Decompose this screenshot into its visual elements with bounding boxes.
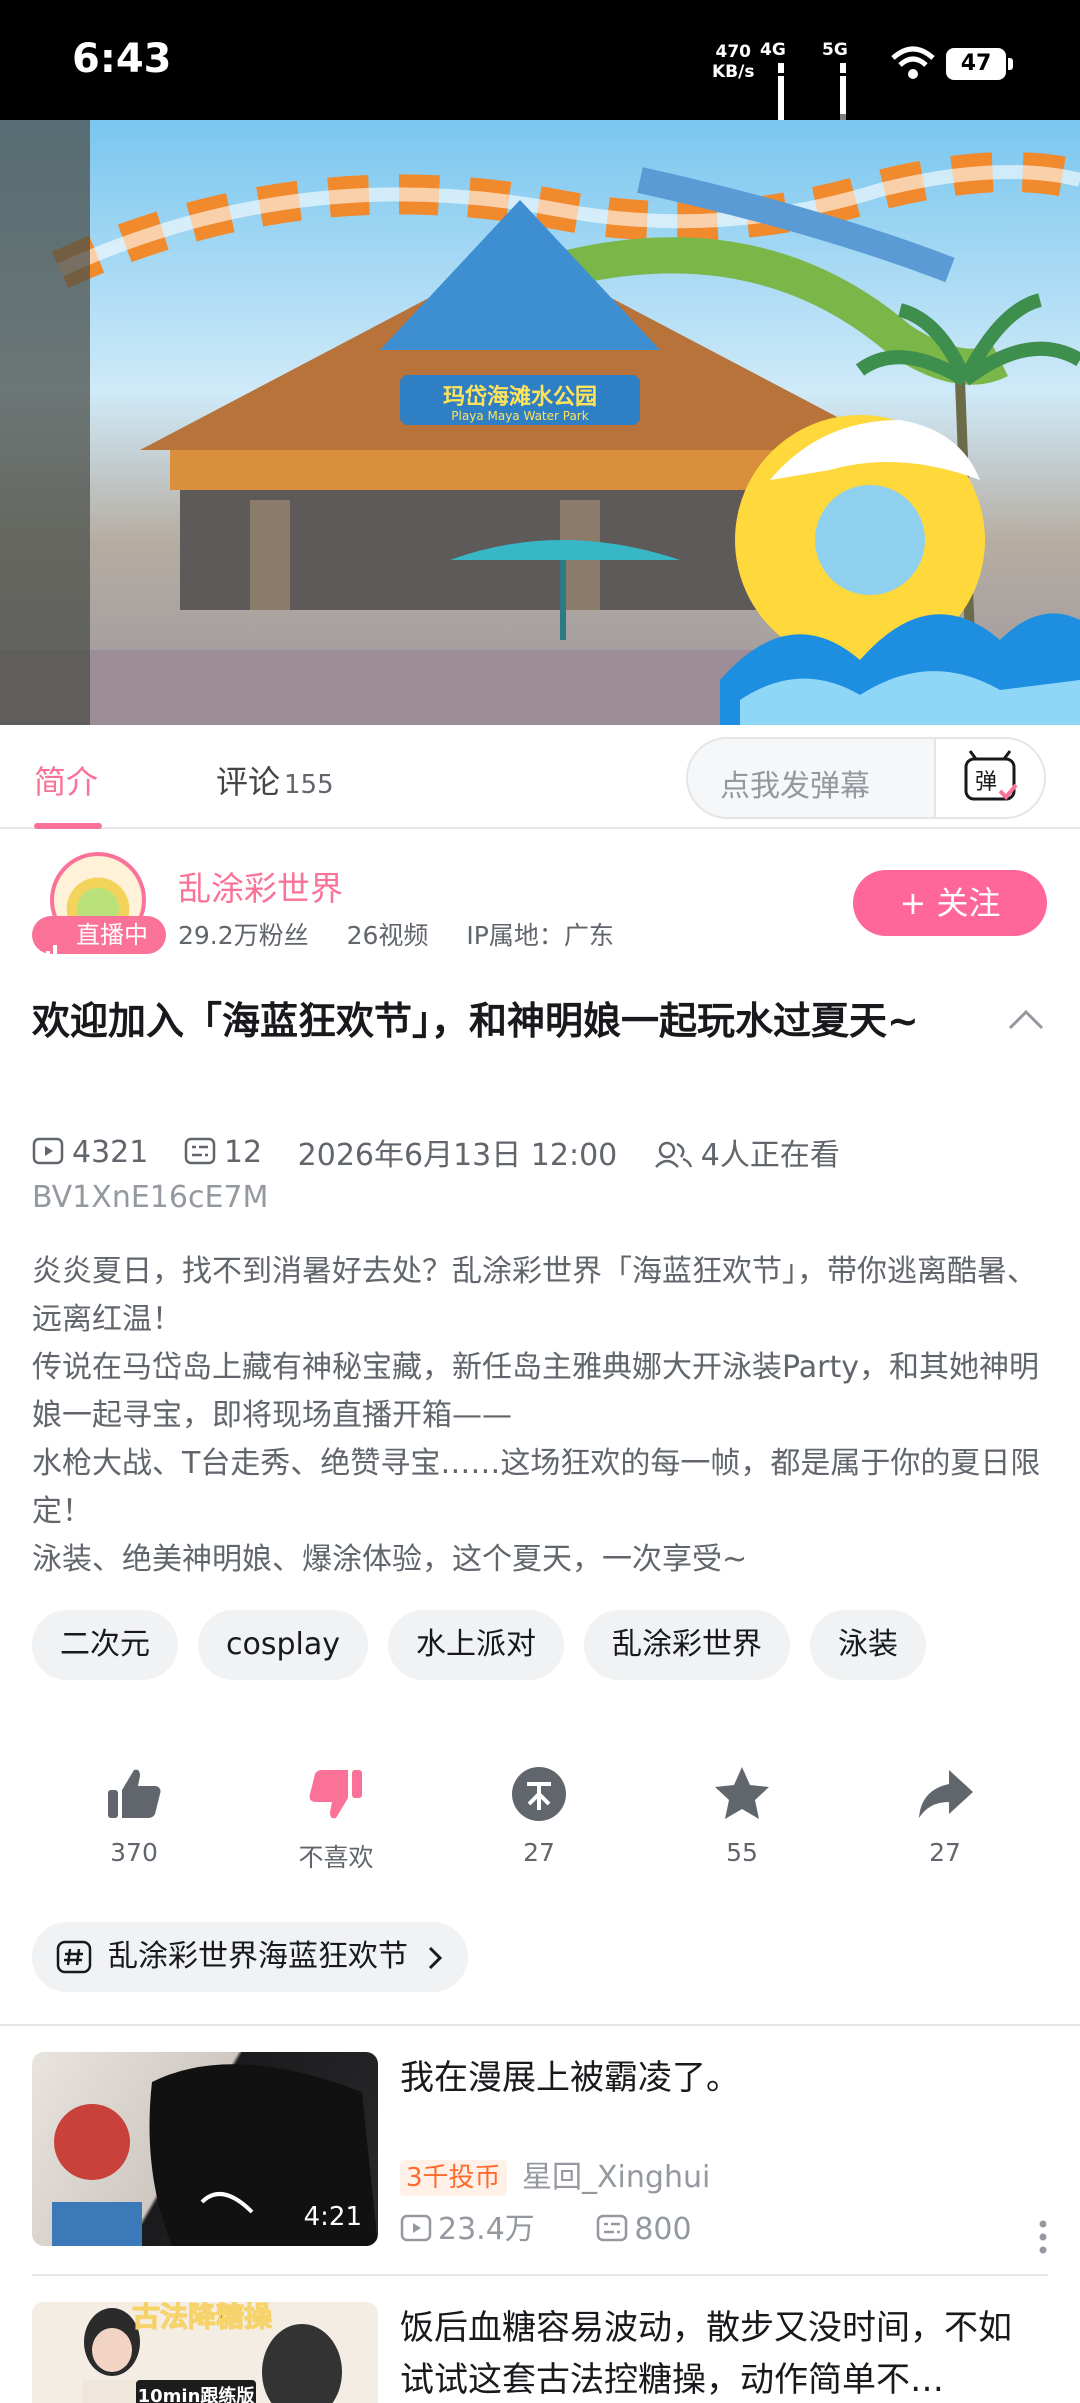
uploader-ip: IP属地：广东	[466, 921, 614, 950]
video-title: 欢迎加入「海蓝狂欢节」，和神明娘一起玩水过夏天~	[32, 999, 919, 1043]
thumbnail-image: 10min跟练版 古法降糖操	[32, 2302, 378, 2403]
park-sign: 玛岱海滩水公园	[443, 384, 597, 410]
danmaku-input[interactable]: 点我发弹幕 弹	[686, 737, 1046, 819]
topic-label: 乱涂彩世界海蓝狂欢节	[108, 1939, 408, 1974]
share-button[interactable]: 27	[875, 1762, 1015, 1867]
tab-comments[interactable]: 评论 155	[216, 757, 334, 803]
video-thumbnail[interactable]: 4:21	[32, 2052, 378, 2246]
status-bar: 6:43 470 KB/s 4G 5G 47	[0, 0, 1080, 142]
tab-comments-label: 评论	[216, 763, 281, 801]
favorite-button[interactable]: 55	[672, 1762, 812, 1867]
dislike-button[interactable]: 不喜欢	[266, 1762, 406, 1874]
live-badge[interactable]: 直播中	[32, 916, 166, 963]
dislike-label: 不喜欢	[298, 1843, 374, 1872]
recommended-title: 我在漫展上被霸凌了。	[400, 2058, 740, 2098]
description-line: 泳装、绝美神明娘、爆涂体验，这个夏天，一次享受~	[32, 1542, 748, 1577]
watching-now: 4人正在看	[653, 1130, 840, 1174]
comments-count: 155	[284, 770, 334, 800]
thumbnail-subtext: 10min跟练版	[138, 2385, 255, 2403]
uploader-videos: 26视频	[346, 921, 429, 950]
video-player[interactable]: 玛岱海滩水公园 Playa Maya Water Park	[0, 120, 1080, 725]
coin-button[interactable]: 27	[469, 1762, 609, 1867]
video-description: 炎炎夏日，找不到消暑好去处？乱涂彩世界「海蓝狂欢节」，带你逃离酷暑、远离红温！ …	[32, 1248, 1052, 1584]
uploader-fans: 29.2万粉丝	[178, 921, 309, 950]
tag[interactable]: cosplay	[198, 1610, 368, 1680]
play-icon	[400, 2214, 432, 2242]
recommended-views: 23.4万	[400, 2212, 561, 2247]
danmaku-count-icon	[597, 2214, 628, 2242]
uploader-name[interactable]: 乱涂彩世界	[178, 862, 343, 910]
detail-tabs: 简介 评论 155 点我发弹幕 弹	[0, 727, 1080, 829]
play-count: 4321	[32, 1135, 148, 1170]
publish-date: 2026年6月13日 12:00	[297, 1138, 618, 1173]
viewers-icon	[654, 1141, 692, 1168]
coin-badge: 3千投币	[400, 2160, 507, 2196]
danmaku-count: 12	[184, 1135, 262, 1170]
live-bars-icon	[46, 925, 67, 963]
star-icon	[715, 1767, 769, 1819]
coin-count: 27	[523, 1838, 555, 1867]
share-arrow-icon	[919, 1770, 973, 1818]
topic-hash-icon	[56, 1940, 92, 1974]
park-sign-sub: Playa Maya Water Park	[451, 409, 588, 423]
uploader-stats: 29.2万粉丝 26视频 IP属地：广东	[178, 916, 644, 952]
recommended-author: 星回_Xinghui	[522, 2160, 711, 2195]
recommended-title: 饭后血糖容易波动，散步又没时间，不如试试这套古法控糖操，动作简单不…	[400, 2308, 1012, 2400]
video-thumbnail[interactable]: 10min跟练版 古法降糖操	[32, 2302, 378, 2403]
svg-text:弹: 弹	[975, 770, 997, 795]
follow-button[interactable]: + 关注	[853, 870, 1047, 936]
recommended-item[interactable]: 10min跟练版 古法降糖操 饭后血糖容易波动，散步又没时间，不如试试这套古法控…	[32, 2302, 1048, 2403]
description-line: 炎炎夏日，找不到消暑好去处？乱涂彩世界「海蓝狂欢节」，带你逃离酷暑、远离红温！	[32, 1254, 1037, 1337]
danmaku-icon: 弹	[964, 750, 1018, 801]
battery-icon: 47	[946, 48, 1013, 80]
wifi-icon	[891, 46, 935, 79]
chevron-right-icon	[428, 1946, 443, 1970]
video-duration: 4:21	[303, 2202, 362, 2232]
tab-intro[interactable]: 简介	[34, 757, 98, 803]
tag[interactable]: 水上派对	[388, 1610, 564, 1680]
coin-icon	[512, 1767, 566, 1821]
play-icon	[32, 1137, 64, 1164]
action-bar: 370 不喜欢 27 55 27	[0, 1762, 1080, 1882]
item-divider	[32, 2274, 1048, 2276]
description-line: 传说在马岱岛上藏有神秘宝藏，新任岛主雅典娜大开泳装Party，和其她神明娘一起寻…	[32, 1350, 1039, 1433]
recommended-stats: 23.4万 800	[400, 2204, 744, 2248]
thumbs-up-icon	[108, 1769, 161, 1818]
tag-list: 二次元 cosplay 水上派对 乱涂彩世界 泳装	[32, 1610, 946, 1680]
danmaku-toggle-button[interactable]: 弹	[934, 739, 1044, 817]
like-button[interactable]: 370	[64, 1762, 204, 1867]
collapse-chevron-icon[interactable]	[1004, 1004, 1048, 1034]
favorite-count: 55	[726, 1838, 758, 1867]
like-count: 370	[110, 1838, 158, 1867]
thumbnail-caption: 古法降糖操	[132, 2302, 272, 2333]
bvid[interactable]: BV1XnE16cE7M	[32, 1180, 268, 1215]
tag[interactable]: 乱涂彩世界	[584, 1610, 790, 1680]
danmaku-placeholder: 点我发弹幕	[720, 769, 870, 804]
thumbs-down-icon	[309, 1770, 362, 1819]
recommended-item[interactable]: 4:21 我在漫展上被霸凌了。 3千投币 星回_Xinghui 23.4万 80…	[32, 2052, 1048, 2254]
status-time: 6:43	[72, 36, 172, 82]
video-frame: 玛岱海滩水公园 Playa Maya Water Park	[0, 120, 1080, 725]
danmaku-count-icon	[184, 1137, 216, 1164]
topic-chip[interactable]: 乱涂彩世界海蓝狂欢节	[32, 1922, 468, 1992]
share-count: 27	[929, 1838, 961, 1867]
tag[interactable]: 二次元	[32, 1610, 178, 1680]
tab-active-indicator	[34, 823, 102, 829]
tag[interactable]: 泳装	[810, 1610, 926, 1680]
description-line: 水枪大战、T台走秀、绝赞寻宝……这场狂欢的每一帧，都是属于你的夏日限定！	[32, 1446, 1041, 1529]
more-options-icon[interactable]	[1038, 2220, 1048, 2254]
recommended-danmaku: 800	[596, 2212, 717, 2247]
section-divider	[0, 2024, 1080, 2026]
video-meta: 4321 12 2026年6月13日 12:00 4人正在看	[32, 1130, 866, 1174]
network-speed: 470 KB/s	[712, 42, 755, 82]
